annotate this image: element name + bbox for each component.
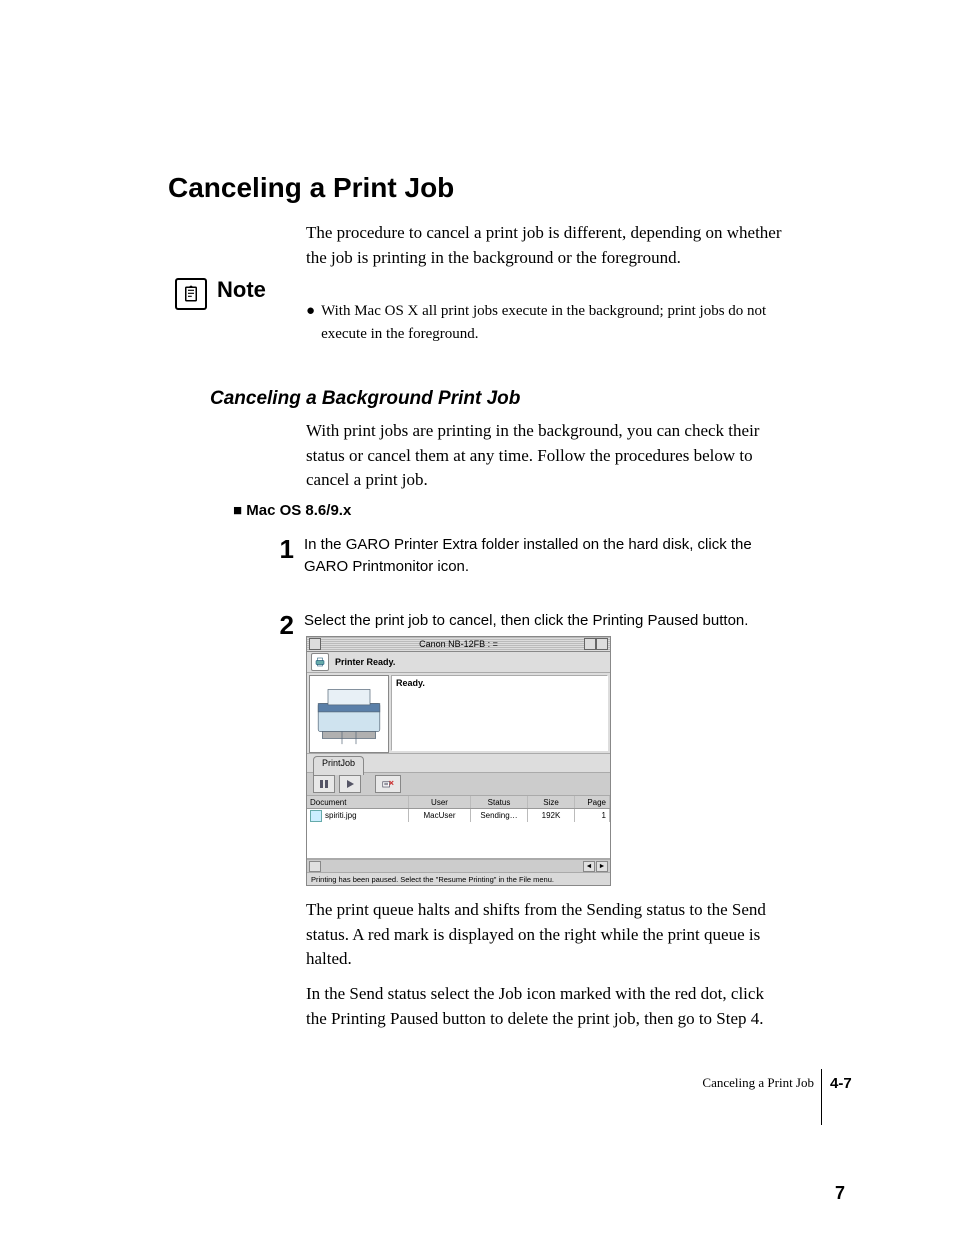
- job-list: spiriti.jpg MacUser Sending… 192K 1: [307, 809, 610, 859]
- collapse-box-icon[interactable]: [596, 638, 608, 650]
- scroll-right-icon[interactable]: ►: [596, 861, 608, 872]
- step-2: 2 Select the print job to cancel, then c…: [264, 610, 794, 638]
- status-message-box: Ready.: [391, 675, 608, 751]
- footer-divider: [821, 1069, 822, 1125]
- subsection-heading: ■ Mac OS 8.6/9.x: [233, 502, 351, 519]
- window-titlebar: Canon NB-12FB : =: [307, 637, 610, 652]
- list-empty-area: [307, 822, 610, 858]
- printer-ready-label: Printer Ready.: [335, 657, 395, 667]
- scroll-left-icon[interactable]: ◄: [583, 861, 595, 872]
- subsection-label: Mac OS 8.6/9.x: [246, 502, 351, 519]
- step-1: 1 In the GARO Printer Extra folder insta…: [264, 534, 794, 578]
- footer-page-code: 4-7: [830, 1075, 852, 1092]
- tab-printjob[interactable]: PrintJob: [313, 756, 364, 775]
- note-body: ●With Mac OS X all print jobs execute in…: [306, 300, 786, 345]
- cell-user: MacUser: [409, 809, 471, 822]
- cell-page: 1: [575, 809, 610, 822]
- window-title: Canon NB-12FB : =: [307, 639, 610, 649]
- followup-paragraph-2: In the Send status select the Job icon m…: [306, 982, 786, 1031]
- col-user[interactable]: User: [409, 796, 471, 808]
- footer-section-name: Canceling a Print Job: [702, 1075, 814, 1091]
- table-row[interactable]: spiriti.jpg MacUser Sending… 192K 1: [307, 809, 610, 822]
- printer-image: [309, 675, 389, 753]
- printmonitor-window: Canon NB-12FB : = Printer Ready.: [306, 636, 611, 886]
- zoom-box-icon[interactable]: [584, 638, 596, 650]
- document-icon: [310, 810, 322, 822]
- scroll-thumb[interactable]: [309, 861, 321, 872]
- column-header-row: Document User Status Size Page: [307, 796, 610, 809]
- note-icon: [175, 278, 207, 310]
- note-text: With Mac OS X all print jobs execute in …: [321, 300, 786, 345]
- note-label: Note: [217, 276, 266, 304]
- resume-button[interactable]: [339, 775, 361, 793]
- col-size[interactable]: Size: [528, 796, 575, 808]
- step-number: 1: [264, 534, 294, 562]
- printer-status-row: Printer Ready.: [307, 652, 610, 673]
- step-text: In the GARO Printer Extra folder install…: [304, 534, 784, 578]
- col-page[interactable]: Page: [575, 796, 610, 808]
- window-status-message: Printing has been paused. Select the "Re…: [307, 872, 610, 885]
- delete-job-button[interactable]: [375, 775, 401, 793]
- printer-icon: [311, 653, 329, 671]
- intro-paragraph: The procedure to cancel a print job is d…: [306, 221, 786, 270]
- step-text: Select the print job to cancel, then cli…: [304, 610, 794, 632]
- section-body: With print jobs are printing in the back…: [306, 419, 786, 493]
- followup-paragraph-1: The print queue halts and shifts from th…: [306, 898, 786, 972]
- cell-text: spiriti.jpg: [325, 811, 357, 820]
- cell-document: spiriti.jpg: [307, 809, 409, 822]
- footer-page-number: 7: [835, 1183, 845, 1204]
- toolbar: [307, 772, 610, 796]
- step-number: 2: [264, 610, 294, 638]
- pause-button[interactable]: [313, 775, 335, 793]
- col-status[interactable]: Status: [471, 796, 528, 808]
- ready-label: Ready.: [396, 678, 425, 688]
- cell-status: Sending…: [471, 809, 528, 822]
- page-title: Canceling a Print Job: [168, 172, 454, 204]
- section-heading: Canceling a Background Print Job: [210, 388, 520, 410]
- bullet-icon: ●: [306, 300, 315, 345]
- horizontal-scrollbar[interactable]: ◄ ►: [307, 859, 610, 872]
- col-document[interactable]: Document: [307, 796, 409, 808]
- cell-size: 192K: [528, 809, 575, 822]
